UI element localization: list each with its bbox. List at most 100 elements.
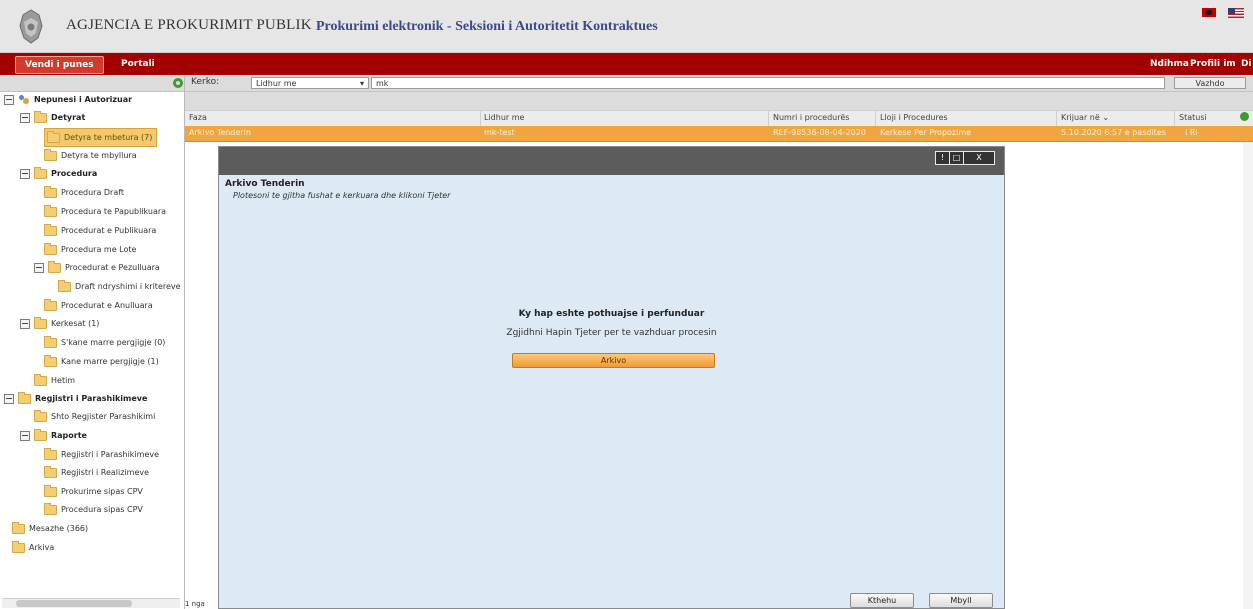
- column-krijuar[interactable]: Krijuar në ⌄: [1061, 113, 1109, 122]
- sidebar-item[interactable]: S'kane marre pergjigje (0): [44, 334, 165, 351]
- sidebar-toolbar: [0, 76, 184, 92]
- folder-icon: [34, 428, 47, 441]
- tab-portali[interactable]: Portali: [115, 56, 161, 72]
- sidebar-item[interactable]: Hetim: [34, 372, 75, 389]
- sidebar-item[interactable]: Raporte: [20, 427, 87, 444]
- sidebar-item[interactable]: Procedurat e Publikuara: [44, 222, 156, 239]
- sidebar-item[interactable]: Mesazhe (366): [12, 520, 88, 537]
- help-link[interactable]: Ndihma: [1150, 56, 1189, 72]
- sidebar-item-label: Regjistri i Realizimeve: [61, 468, 150, 477]
- folder-icon: [47, 130, 60, 143]
- folder-icon: [44, 447, 57, 460]
- collapse-icon[interactable]: [34, 262, 44, 273]
- system-subtitle: Prokurimi elektronik - Seksioni i Autori…: [316, 19, 658, 34]
- sidebar-item-label: Regjistri i Parashikimeve: [61, 450, 160, 459]
- column-lloji[interactable]: Lloji i Procedures: [880, 113, 948, 122]
- dialog-heading: Arkivo Tenderin: [225, 179, 305, 189]
- sidebar-item[interactable]: Detyra te mbyllura: [44, 147, 137, 164]
- table-row[interactable]: Arkivo Tenderin mk-test REF-98536-08-04-…: [185, 126, 1253, 142]
- profile-link[interactable]: Profili im: [1190, 56, 1236, 72]
- collapse-icon[interactable]: [20, 112, 30, 123]
- sidebar-item-label: Detyra te mbyllura: [61, 151, 137, 160]
- column-lidhur-me[interactable]: Lidhur me: [484, 113, 524, 122]
- dialog-titlebar[interactable]: ! □ X: [219, 147, 1004, 175]
- archive-dialog: ! □ X Arkivo Tenderin Plotesoni te gjith…: [218, 146, 1005, 609]
- albanian-flag-icon[interactable]: [1202, 8, 1216, 17]
- sidebar-item[interactable]: Draft ndryshimi i kritereve: [58, 278, 181, 295]
- maximize-icon[interactable]: □: [950, 152, 964, 164]
- sidebar-item[interactable]: Procedura sipas CPV: [44, 501, 143, 518]
- windows-watermark: Activate Windows: [1040, 568, 1138, 581]
- folder-icon: [44, 148, 57, 161]
- search-field-select[interactable]: Lidhur me ▾: [251, 77, 369, 89]
- collapse-icon[interactable]: [20, 318, 30, 329]
- sidebar-scrollbar[interactable]: [2, 598, 180, 608]
- sidebar-item-label: Procedura: [51, 169, 98, 178]
- sidebar-item[interactable]: Detyrat: [20, 109, 85, 126]
- folder-icon: [34, 373, 47, 386]
- sidebar-item-label: Procedura te Papublikuara: [61, 207, 167, 216]
- collapse-icon[interactable]: [4, 94, 14, 105]
- dialog-description: Plotesoni te gjitha fushat e kerkuara dh…: [233, 191, 451, 200]
- sidebar-item[interactable]: Arkiva: [12, 539, 54, 556]
- nav-overflow-link[interactable]: Di: [1241, 56, 1252, 72]
- column-numri[interactable]: Numri i procedurës: [773, 113, 849, 122]
- search-input[interactable]: mk: [371, 77, 1165, 89]
- grid-scrollbar[interactable]: [1243, 142, 1253, 609]
- grid-header: Faza Lidhur me Numri i procedurës Lloji …: [185, 110, 1253, 127]
- sidebar-item[interactable]: Procedurat e Anulluara: [44, 297, 153, 314]
- search-button[interactable]: Vazhdo: [1174, 77, 1246, 89]
- sidebar-item[interactable]: Procedura me Lote: [44, 241, 136, 258]
- sidebar-item[interactable]: Procedura: [20, 165, 97, 182]
- dialog-message: Ky hap eshte pothuajse i perfunduar: [518, 309, 705, 319]
- folder-icon: [34, 316, 47, 329]
- sidebar-item-label: Procedurat e Pezulluara: [65, 263, 160, 272]
- sidebar-item-label: Nepunesi i Autorizuar: [34, 95, 133, 104]
- folder-icon: [58, 279, 71, 292]
- close-icon[interactable]: X: [964, 152, 994, 164]
- sidebar-item[interactable]: Procedura Draft: [44, 184, 124, 201]
- tab-vendi-i-punes[interactable]: Vendi i punes: [15, 56, 104, 74]
- sidebar-item[interactable]: Detyra te mbetura (7): [44, 128, 158, 147]
- sidebar-item[interactable]: Regjistri i Realizimeve: [44, 464, 149, 481]
- people-icon: [18, 94, 30, 105]
- column-faza[interactable]: Faza: [189, 113, 207, 122]
- sidebar-item[interactable]: Procedura te Papublikuara: [44, 203, 166, 220]
- back-button[interactable]: Kthehu: [850, 593, 914, 608]
- sidebar-item[interactable]: Nepunesi i Autorizuar: [4, 91, 132, 108]
- folder-icon: [44, 223, 57, 236]
- folder-icon: [44, 185, 57, 198]
- sidebar-item-label: Hetim: [51, 376, 76, 385]
- crest-logo-icon: [19, 9, 43, 44]
- folder-icon: [44, 465, 57, 478]
- sidebar-item[interactable]: Regjistri i Parashikimeve: [4, 390, 147, 407]
- sidebar-item[interactable]: Regjistri i Parashikimeve: [44, 446, 159, 463]
- cell-faza: Arkivo Tenderin: [189, 128, 251, 137]
- column-statusi[interactable]: Statusi: [1179, 113, 1207, 122]
- folder-icon: [44, 502, 57, 515]
- sidebar-item-label: Procedurat e Publikuara: [61, 226, 157, 235]
- cell-lidhur-me: mk-test: [484, 128, 515, 137]
- sidebar-item[interactable]: Kane marre pergjigje (1): [44, 353, 159, 370]
- sidebar-item-label: Shto Regjister Parashikimi: [51, 412, 156, 421]
- search-field-value: Lidhur me: [256, 79, 297, 88]
- collapse-icon[interactable]: [20, 430, 30, 441]
- folder-icon: [44, 242, 57, 255]
- archive-button[interactable]: Arkivo: [512, 353, 715, 368]
- cell-numri: REF-98536-08-04-2020: [773, 128, 866, 137]
- refresh-icon[interactable]: [173, 78, 183, 88]
- sidebar-item[interactable]: Kerkesat (1): [20, 315, 99, 332]
- sidebar-item[interactable]: Prokurime sipas CPV: [44, 483, 143, 500]
- collapse-icon[interactable]: [20, 168, 30, 179]
- sidebar-item[interactable]: Shto Regjister Parashikimi: [34, 408, 155, 425]
- cell-statusi: I Ri: [1185, 128, 1198, 137]
- english-flag-icon[interactable]: [1228, 8, 1244, 18]
- agency-name: AGJENCIA E PROKURIMIT PUBLIK: [66, 17, 312, 33]
- collapse-icon[interactable]: [4, 393, 14, 404]
- folder-icon: [34, 166, 47, 179]
- main-nav: Vendi i punes Portali Ndihma Profili im …: [0, 53, 1253, 75]
- alert-icon[interactable]: !: [936, 152, 950, 164]
- grid-refresh-icon[interactable]: [1240, 112, 1249, 121]
- sidebar-item[interactable]: Procedurat e Pezulluara: [34, 259, 160, 276]
- close-button[interactable]: Mbyll: [929, 593, 993, 608]
